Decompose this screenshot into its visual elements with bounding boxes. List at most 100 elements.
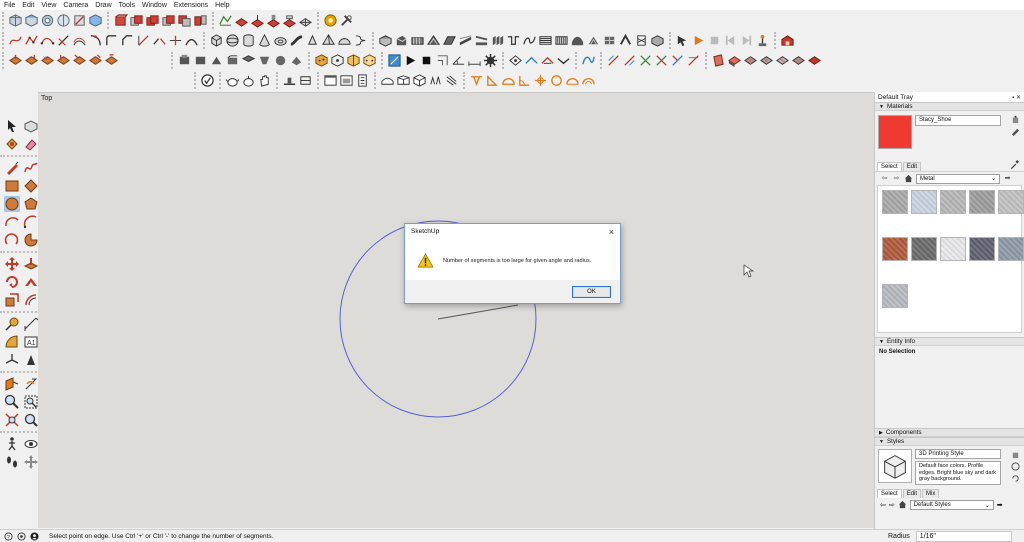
fredo-1-icon[interactable]: [508, 53, 523, 68]
section-display-icon[interactable]: [403, 53, 418, 68]
zoom-icon[interactable]: [4, 394, 20, 410]
move-icon[interactable]: [4, 256, 20, 272]
back-arrow-icon[interactable]: ⇦: [880, 174, 889, 183]
zoom-extents-icon[interactable]: [4, 412, 20, 428]
camera-8-icon[interactable]: [289, 53, 304, 68]
material-swatch[interactable]: [882, 237, 908, 261]
trim-icon[interactable]: [177, 13, 192, 28]
extrude-edges-icon[interactable]: [490, 33, 505, 48]
drawing-viewport[interactable]: Top: [38, 92, 874, 528]
geolocation-icon[interactable]: ?: [4, 531, 13, 541]
tube-icon[interactable]: [289, 33, 304, 48]
offset-curve-icon[interactable]: [72, 33, 87, 48]
2d-8-icon[interactable]: [581, 73, 596, 88]
fredo-2-icon[interactable]: [524, 53, 539, 68]
material-swatch[interactable]: [940, 237, 966, 261]
teapot-icon[interactable]: [225, 73, 240, 88]
loft-icon[interactable]: [554, 33, 569, 48]
menu-file[interactable]: File: [4, 2, 15, 9]
tape-measure-icon[interactable]: [4, 316, 20, 332]
mat-7-icon[interactable]: [807, 53, 822, 68]
protractor-icon[interactable]: [4, 334, 20, 350]
dimension-icon[interactable]: [467, 53, 482, 68]
material-swatch[interactable]: [882, 190, 908, 214]
draft-1-icon[interactable]: [380, 73, 395, 88]
details-arrow-icon[interactable]: ➡: [1003, 174, 1012, 183]
camera-6-icon[interactable]: [257, 53, 272, 68]
back-view-icon[interactable]: [72, 13, 87, 28]
polyline-icon[interactable]: [24, 33, 39, 48]
draft-3-icon[interactable]: [412, 73, 427, 88]
section-plane-icon[interactable]: [387, 53, 402, 68]
gear-icon[interactable]: [483, 53, 498, 68]
material-name-field[interactable]: Stacy_Shoe: [915, 115, 1001, 126]
union-icon[interactable]: [145, 13, 160, 28]
user-icon[interactable]: [30, 531, 39, 541]
camera-2-icon[interactable]: [193, 53, 208, 68]
walk-icon[interactable]: [4, 436, 20, 452]
solid-4-icon[interactable]: [56, 53, 71, 68]
polygon-icon[interactable]: [23, 196, 39, 212]
styles-details-icon[interactable]: ➡: [997, 501, 1003, 509]
trim-curve-icon[interactable]: [168, 33, 183, 48]
menu-tools[interactable]: Tools: [119, 2, 135, 9]
rotated-rectangle-icon[interactable]: [23, 178, 39, 194]
materials-tab-select[interactable]: Select: [877, 162, 902, 171]
material-library-select[interactable]: Metal ⌄: [916, 173, 1000, 184]
previous-view-icon[interactable]: [23, 412, 39, 428]
camera-5-icon[interactable]: [241, 53, 256, 68]
line-pencil-icon[interactable]: [4, 160, 20, 176]
solid-3-icon[interactable]: XZ: [40, 53, 55, 68]
styles-forward-icon[interactable]: ⇨: [889, 501, 895, 509]
material-swatch[interactable]: [882, 284, 908, 308]
window-2-icon[interactable]: [339, 73, 354, 88]
dialog-close-icon[interactable]: ×: [609, 227, 614, 237]
split-icon[interactable]: [193, 13, 208, 28]
materials-box-icon[interactable]: [314, 53, 329, 68]
shell-icon[interactable]: [618, 33, 633, 48]
drape-icon[interactable]: [282, 13, 297, 28]
joint-4-icon[interactable]: [654, 53, 669, 68]
forward-arrow-icon[interactable]: ⇨: [892, 174, 901, 183]
arc-fit-icon[interactable]: [184, 33, 199, 48]
profile-icon[interactable]: [298, 73, 313, 88]
material-swatch[interactable]: [998, 190, 1024, 214]
dice-box-icon[interactable]: [362, 53, 377, 68]
freehand-curve-icon[interactable]: [56, 33, 71, 48]
solid-7-icon[interactable]: [104, 53, 119, 68]
flip-icon[interactable]: [650, 33, 665, 48]
solid-1-icon[interactable]: [8, 53, 23, 68]
material-swatch[interactable]: [940, 190, 966, 214]
2d-3-icon[interactable]: [501, 73, 516, 88]
material-swatch[interactable]: [998, 237, 1024, 261]
rotate-icon[interactable]: [4, 274, 20, 290]
mat-6-icon[interactable]: [791, 53, 806, 68]
text-icon[interactable]: A1: [23, 334, 39, 350]
iso-view-icon[interactable]: [8, 13, 23, 28]
skin-icon[interactable]: [538, 33, 553, 48]
2d-4-icon[interactable]: [517, 73, 532, 88]
spline-icon[interactable]: [40, 33, 55, 48]
axes-icon[interactable]: [4, 352, 20, 368]
material-swatch[interactable]: [969, 237, 995, 261]
rewind-icon[interactable]: [723, 33, 738, 48]
thicken-icon[interactable]: [474, 33, 489, 48]
divide-icon[interactable]: [88, 33, 103, 48]
section-fill-icon[interactable]: [435, 53, 450, 68]
draft-2-icon[interactable]: [396, 73, 411, 88]
joint-1-icon[interactable]: [606, 53, 621, 68]
zoom-window-icon[interactable]: [23, 394, 39, 410]
joint-pushpull-icon[interactable]: [378, 33, 393, 48]
forward-icon[interactable]: [739, 33, 754, 48]
menu-edit[interactable]: Edit: [22, 2, 34, 9]
curviloft-icon[interactable]: [581, 53, 596, 68]
tools-icon[interactable]: [339, 13, 354, 28]
revolve-icon[interactable]: [634, 33, 649, 48]
solid-6-icon[interactable]: [88, 53, 103, 68]
styles-home-icon[interactable]: [898, 500, 907, 511]
baseline-icon[interactable]: [282, 73, 297, 88]
cleanup-icon[interactable]: [241, 73, 256, 88]
look-around-icon[interactable]: [23, 436, 39, 452]
style-description[interactable]: Default face colors. Profile edges. Brig…: [915, 461, 1001, 485]
styles-tab-edit[interactable]: Edit: [902, 489, 922, 498]
